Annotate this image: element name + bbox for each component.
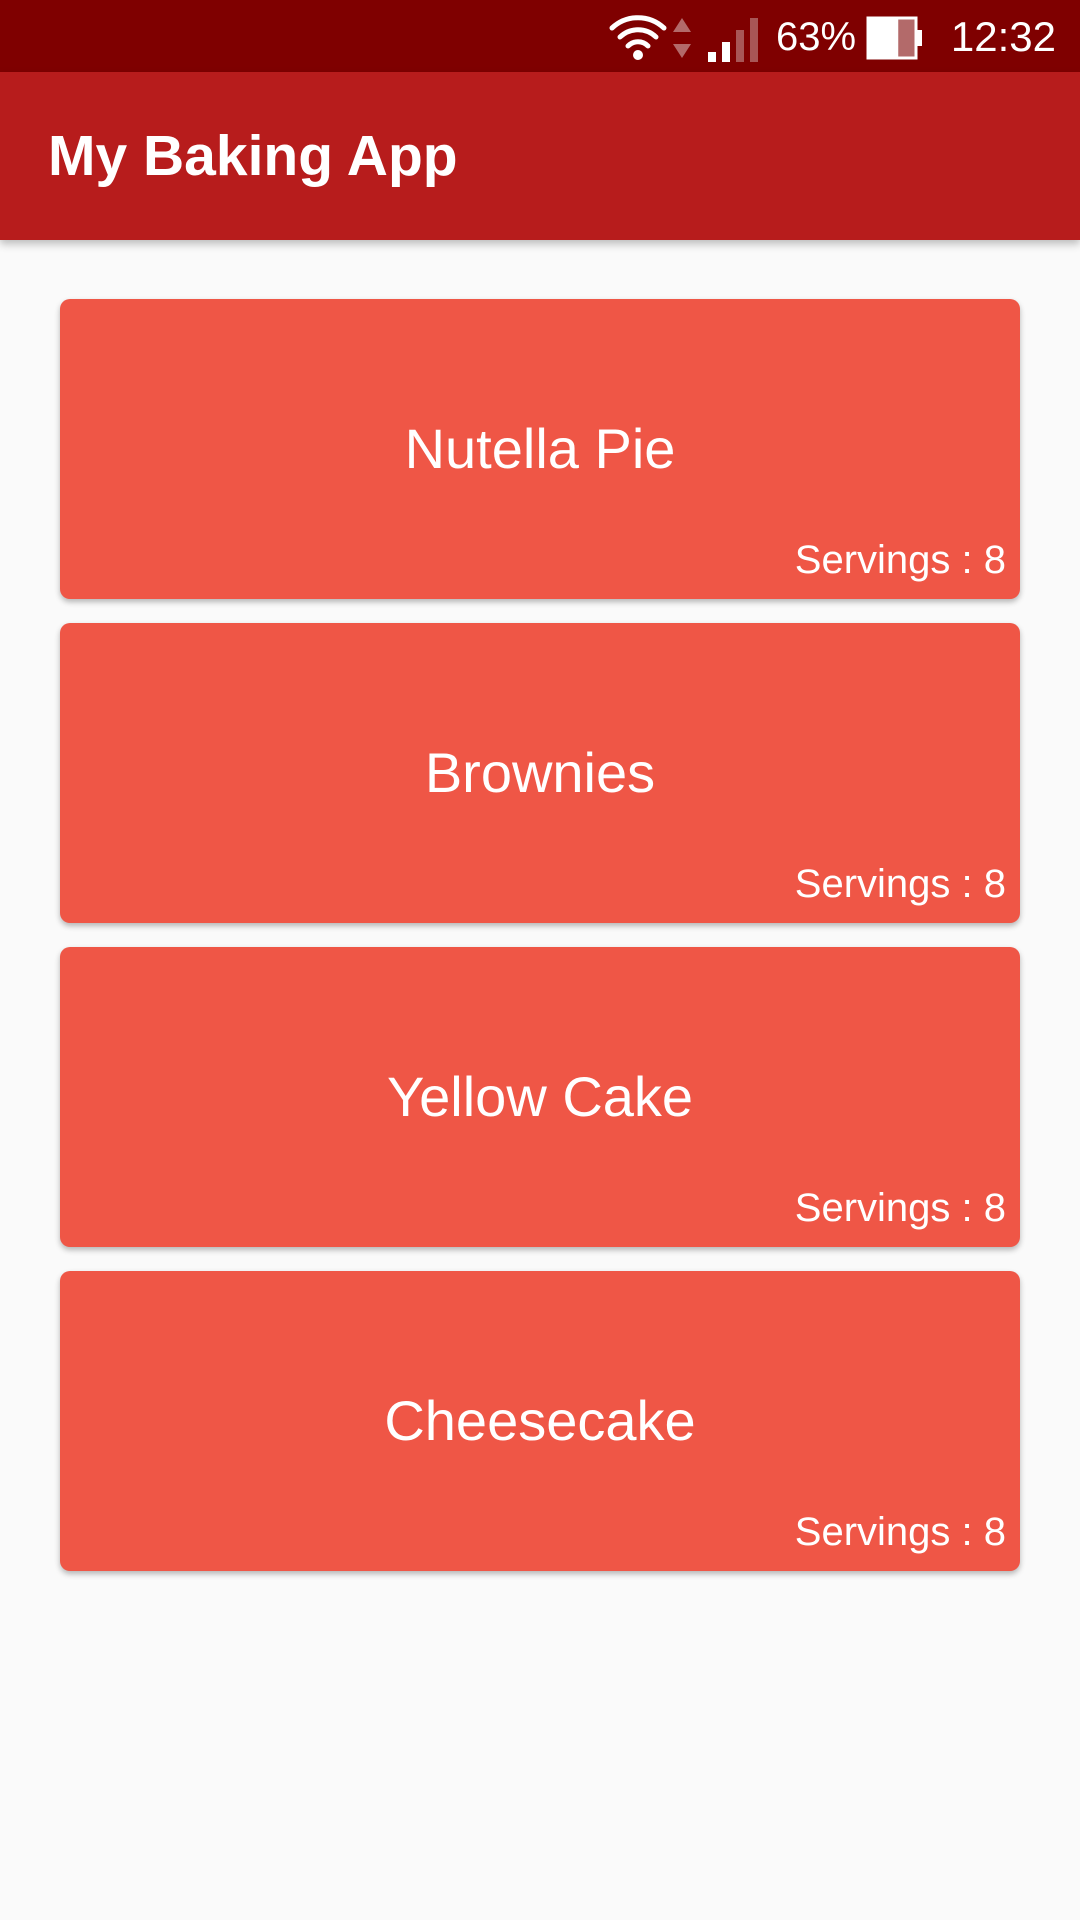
battery-icon [866, 16, 922, 60]
recipe-list: Nutella Pie Servings : 8 Brownies Servin… [60, 299, 1020, 1595]
status-bar: 63% 12:32 [0, 0, 1080, 72]
recipe-card[interactable]: Brownies Servings : 8 [60, 623, 1020, 923]
recipe-servings: Servings : 8 [794, 538, 1006, 582]
cell-signal-icon [708, 18, 758, 62]
battery-percentage: 63% [776, 15, 857, 59]
wifi-icon [609, 15, 667, 60]
app-bar: My Baking App [0, 72, 1080, 240]
clock: 12:32 [950, 13, 1056, 60]
recipe-name: Cheesecake [384, 1389, 696, 1452]
recipe-name: Yellow Cake [386, 1065, 694, 1128]
recipe-card[interactable]: Cheesecake Servings : 8 [60, 1271, 1020, 1571]
recipe-servings: Servings : 8 [794, 1510, 1006, 1554]
recipe-servings: Servings : 8 [794, 862, 1006, 906]
recipe-card[interactable]: Yellow Cake Servings : 8 [60, 947, 1020, 1247]
app-title: My Baking App [48, 124, 458, 188]
data-activity-icon [673, 18, 691, 58]
recipe-servings: Servings : 8 [794, 1186, 1006, 1230]
recipe-card[interactable]: Nutella Pie Servings : 8 [60, 299, 1020, 599]
recipe-name: Nutella Pie [404, 417, 676, 480]
recipe-name: Brownies [424, 741, 656, 804]
